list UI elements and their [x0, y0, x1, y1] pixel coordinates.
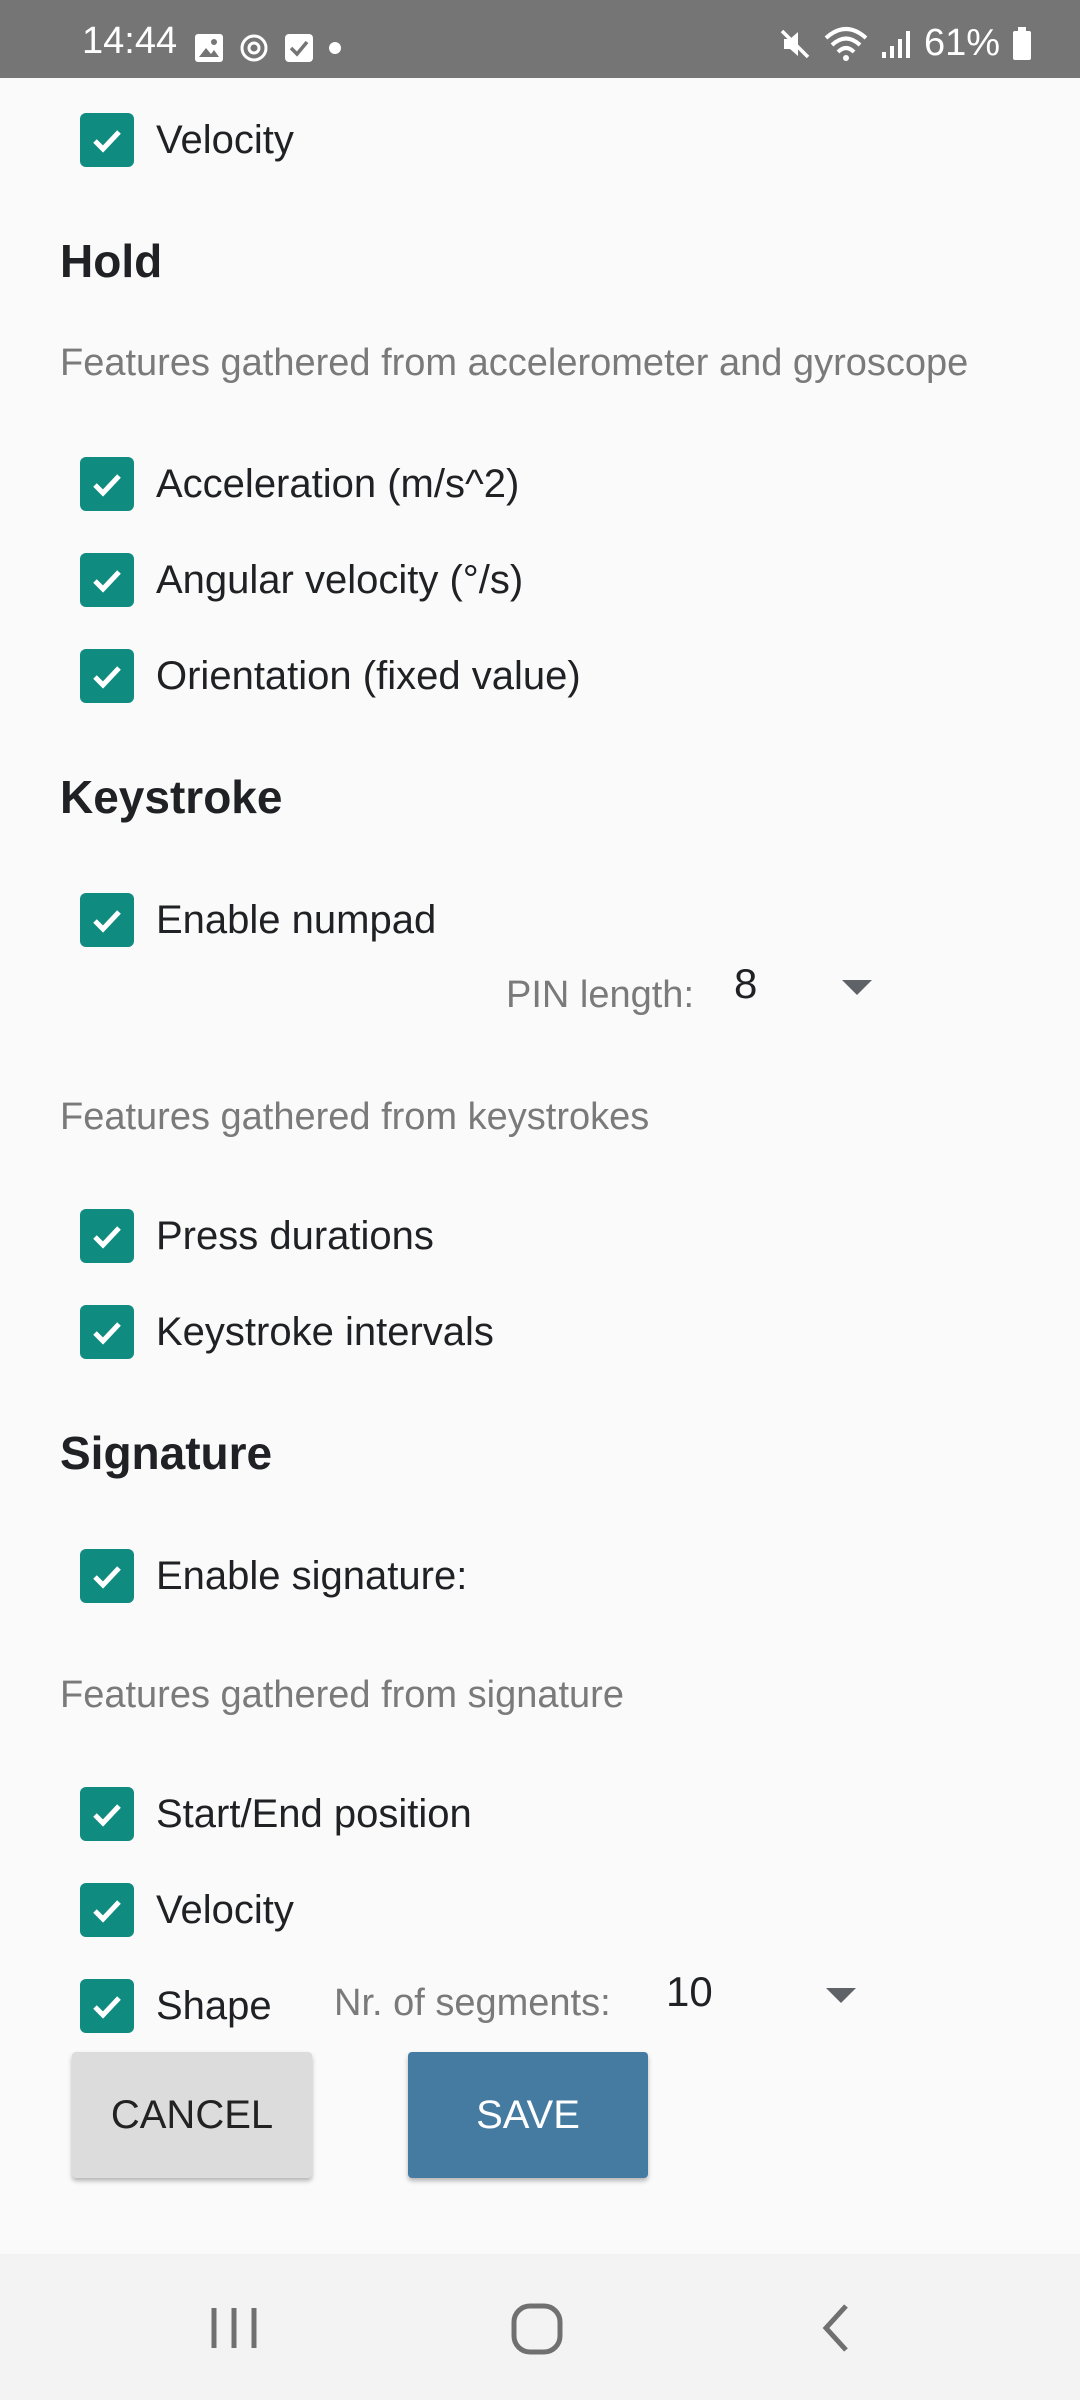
checkbox-checked-icon[interactable] [80, 1305, 134, 1359]
press-durations-label: Press durations [156, 1213, 434, 1258]
checkbox-checked-icon[interactable] [80, 457, 134, 511]
enable-signature-checkbox-row[interactable]: Enable signature: [80, 1546, 467, 1606]
keystroke-section-title: Keystroke [60, 771, 283, 823]
status-time: 14:44 [82, 20, 178, 62]
enable-numpad-label: Enable numpad [156, 897, 437, 942]
battery-icon [1013, 26, 1031, 60]
enable-numpad-checkbox-row[interactable]: Enable numpad [80, 890, 436, 950]
save-button[interactable]: SAVE [408, 2052, 648, 2178]
pin-length-value: 8 [734, 960, 758, 1007]
segments-label: Nr. of segments: [334, 1982, 611, 2024]
signature-velocity-label: Velocity [156, 1887, 294, 1932]
signature-velocity-checkbox-row[interactable]: Velocity [80, 1880, 294, 1940]
cancel-button[interactable]: CANCEL [72, 2052, 312, 2178]
sync-icon [240, 34, 268, 62]
segments-value: 10 [666, 1968, 713, 2015]
segments-dropdown[interactable]: 10 [660, 1958, 880, 2028]
battery-percentage: 61% [923, 22, 1000, 64]
status-system-icons: 61% [778, 22, 1032, 65]
signature-section-title: Signature [60, 1427, 273, 1479]
back-icon[interactable] [816, 2298, 856, 2358]
status-bar: 14:44 61% [0, 0, 1080, 78]
navigation-bar [0, 2254, 1080, 2400]
checkbox-checked-icon[interactable] [80, 1549, 134, 1603]
image-icon [195, 34, 223, 62]
acceleration-label: Acceleration (m/s^2) [156, 461, 520, 506]
keystroke-intervals-checkbox-row[interactable]: Keystroke intervals [80, 1302, 494, 1362]
settings-content[interactable]: Velocity Hold Features gathered from acc… [0, 78, 1080, 2254]
checkbox-checked-icon[interactable] [80, 649, 134, 703]
checkbox-checked-icon[interactable] [80, 1787, 134, 1841]
touch-velocity-label: Velocity [156, 117, 294, 162]
shape-checkbox-row[interactable]: Shape [80, 1976, 272, 2036]
pin-length-dropdown[interactable]: 8 [728, 950, 888, 1020]
enable-signature-label: Enable signature: [156, 1553, 468, 1598]
wifi-icon [824, 26, 868, 61]
hold-angular-velocity-checkbox-row[interactable]: Angular velocity (°/s) [80, 550, 523, 610]
chevron-down-icon [842, 980, 872, 995]
keystroke-intervals-label: Keystroke intervals [156, 1309, 494, 1354]
signature-section-description: Features gathered from signature [60, 1674, 624, 1716]
start-end-position-label: Start/End position [156, 1791, 472, 1836]
checkbox-checked-icon[interactable] [80, 553, 134, 607]
hold-section-title: Hold [60, 235, 163, 287]
home-icon[interactable] [508, 2298, 568, 2358]
start-end-position-checkbox-row[interactable]: Start/End position [80, 1784, 472, 1844]
hold-section-description: Features gathered from accelerometer and… [60, 342, 969, 384]
recent-apps-icon[interactable] [208, 2298, 260, 2358]
press-durations-checkbox-row[interactable]: Press durations [80, 1206, 434, 1266]
pin-length-label: PIN length: [506, 974, 694, 1016]
checkbox-checked-icon[interactable] [80, 1883, 134, 1937]
orientation-label: Orientation (fixed value) [156, 653, 581, 698]
status-notification-icons [194, 30, 342, 66]
hold-acceleration-checkbox-row[interactable]: Acceleration (m/s^2) [80, 454, 519, 514]
checkbox-checked-icon[interactable] [80, 1979, 134, 2033]
checkbox-checked-icon[interactable] [80, 113, 134, 167]
dot-icon [329, 42, 341, 54]
keystroke-section-description: Features gathered from keystrokes [60, 1096, 650, 1138]
checkbox-notification-icon [285, 34, 313, 62]
signal-icon [881, 30, 910, 58]
shape-label: Shape [156, 1983, 272, 2028]
angular-velocity-label: Angular velocity (°/s) [156, 557, 524, 602]
checkbox-checked-icon[interactable] [80, 1209, 134, 1263]
checkbox-checked-icon[interactable] [80, 893, 134, 947]
mute-icon [780, 29, 810, 58]
touch-velocity-checkbox-row[interactable]: Velocity [80, 110, 294, 170]
hold-orientation-checkbox-row[interactable]: Orientation (fixed value) [80, 646, 581, 706]
chevron-down-icon [826, 1988, 856, 2003]
